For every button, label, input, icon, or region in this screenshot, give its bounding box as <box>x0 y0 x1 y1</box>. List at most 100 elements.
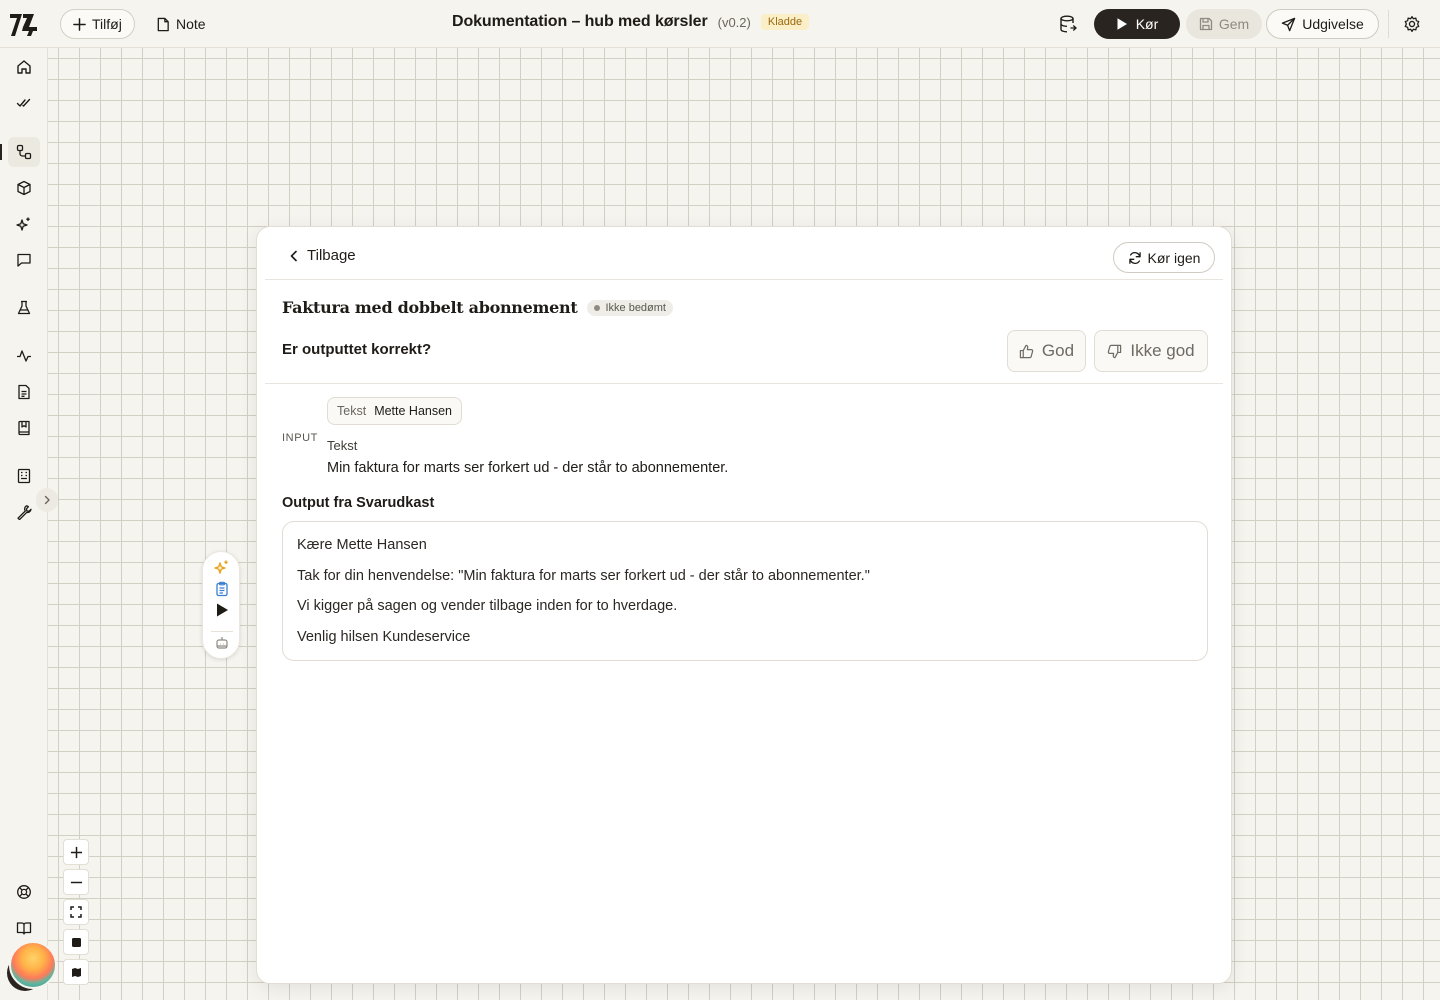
save-button-label: Gem <box>1218 16 1250 32</box>
activity-icon <box>17 350 31 362</box>
plus-icon <box>73 17 86 31</box>
status-dot <box>594 304 601 311</box>
run-button[interactable]: Kør <box>1094 9 1180 39</box>
play-icon[interactable] <box>214 602 230 618</box>
fit-view-button[interactable] <box>63 899 89 925</box>
top-bar: Tilføj Note Dokumentation – hub med kørs… <box>0 0 1440 48</box>
note-button[interactable]: Note <box>156 9 206 39</box>
zoom-in-button[interactable] <box>63 839 89 865</box>
sidebar-item-chat[interactable] <box>8 245 40 275</box>
rate-bad-button[interactable]: Ikke god <box>1094 330 1208 372</box>
sparkles-icon <box>16 217 30 231</box>
node-toolbar <box>202 551 240 659</box>
back-button[interactable]: Tilbage <box>289 247 356 264</box>
case-title: Faktura med dobbelt abonnement <box>282 298 578 317</box>
message-icon <box>17 253 31 267</box>
open-book-icon <box>16 922 32 935</box>
lock-view-button[interactable] <box>63 929 89 955</box>
output-line: Vi kigger på sagen og vender tilbage ind… <box>297 598 678 614</box>
minus-icon <box>70 881 82 883</box>
sidebar-item-models[interactable] <box>8 173 40 203</box>
rate-bad-label: Ikke god <box>1130 341 1195 360</box>
rate-good-label: God <box>1041 341 1075 360</box>
input-chip[interactable]: Tekst Mette Hansen <box>327 397 463 425</box>
app-logo-icon[interactable] <box>8 11 40 39</box>
output-box: Kære Mette Hansen Tak for din henvendels… <box>282 521 1208 661</box>
check-check-icon <box>16 98 31 107</box>
rerun-button[interactable]: Kør igen <box>1113 242 1215 273</box>
building-icon <box>17 468 31 484</box>
sidebar-item-organization[interactable] <box>8 461 40 491</box>
back-button-label: Tilbage <box>307 247 356 264</box>
robot-icon[interactable] <box>214 635 230 651</box>
fullscreen-icon <box>70 906 82 918</box>
sidebar-item-workflows[interactable] <box>0 137 40 167</box>
divider <box>1388 10 1389 38</box>
sidebar-item-docs[interactable] <box>8 377 40 407</box>
database-icon[interactable] <box>1058 14 1078 34</box>
square-icon <box>71 937 81 947</box>
sidebar-item-guide[interactable] <box>8 913 40 943</box>
zoom-out-button[interactable] <box>63 869 89 895</box>
chevron-left-icon <box>290 250 297 261</box>
sidebar-item-library[interactable] <box>8 413 40 443</box>
sidebar-item-checks[interactable] <box>8 88 40 118</box>
run-detail-panel: Tilbage Kør igen Faktura med dobbelt abo… <box>256 226 1232 984</box>
rating-status-label: Ikke bedømt <box>605 301 666 314</box>
rate-good-button[interactable]: God <box>1007 330 1086 372</box>
clipboard-icon[interactable] <box>214 581 230 597</box>
workflow-icon <box>16 144 32 160</box>
help-icon <box>17 885 31 899</box>
rating-question: Er outputtet korrekt? <box>282 341 432 358</box>
user-avatar[interactable] <box>9 941 57 989</box>
thumbs-down-icon <box>1108 344 1122 358</box>
refresh-icon <box>1128 251 1141 264</box>
version-label: (v0.2) <box>717 14 751 30</box>
sparkles-icon[interactable] <box>214 559 230 575</box>
chevron-right-icon <box>44 495 50 505</box>
save-icon <box>1199 17 1212 31</box>
sidebar-item-home[interactable] <box>8 52 40 82</box>
divider <box>265 279 1223 280</box>
rerun-button-label: Kør igen <box>1147 249 1201 266</box>
book-icon <box>18 420 30 436</box>
input-chip-key: Tekst <box>337 404 367 418</box>
wrench-icon <box>17 505 32 520</box>
sidebar-item-help[interactable] <box>8 877 40 907</box>
output-line: Venlig hilsen Kundeservice <box>297 628 471 645</box>
divider <box>265 383 1223 384</box>
divider <box>211 631 233 632</box>
expand-sidebar-button[interactable] <box>36 488 58 512</box>
gear-icon[interactable] <box>1403 15 1421 33</box>
output-line: Kære Mette Hansen <box>297 537 427 553</box>
publish-button-label: Udgivelse <box>1302 16 1364 32</box>
play-icon <box>1117 18 1127 30</box>
run-button-label: Kør <box>1135 16 1159 32</box>
flask-icon <box>17 300 31 315</box>
add-button-label: Tilføj <box>92 16 122 32</box>
thumbs-up-icon <box>1019 344 1034 358</box>
workflow-title-area: Dokumentation – hub med kørsler (v0.2) K… <box>452 13 810 31</box>
send-icon <box>1282 17 1296 31</box>
sidebar-item-activity[interactable] <box>8 341 40 371</box>
sidebar <box>0 48 48 1000</box>
sidebar-item-ai[interactable] <box>8 209 40 239</box>
sidebar-item-tests[interactable] <box>8 293 40 323</box>
output-heading: Output fra Svarudkast <box>282 495 435 511</box>
workflow-title[interactable]: Dokumentation – hub med kørsler <box>452 13 708 31</box>
add-button[interactable]: Tilføj <box>60 9 135 39</box>
input-chip-value: Mette Hansen <box>374 404 453 418</box>
publish-button[interactable]: Udgivelse <box>1266 9 1379 39</box>
plus-icon <box>70 846 82 858</box>
note-button-label: Note <box>176 16 206 32</box>
case-header: Faktura med dobbelt abonnement Ikke bedø… <box>282 298 673 317</box>
output-line: Tak for din henvendelse: "Min faktura fo… <box>297 567 870 584</box>
file-text-icon <box>18 384 30 400</box>
input-field-name: Tekst <box>327 438 358 453</box>
box-icon <box>17 180 31 196</box>
home-icon <box>17 60 31 74</box>
status-badge: Kladde <box>760 14 810 30</box>
minimap-button[interactable] <box>63 959 89 985</box>
input-section-label: INPUT <box>282 432 318 444</box>
save-button[interactable]: Gem <box>1186 9 1262 39</box>
